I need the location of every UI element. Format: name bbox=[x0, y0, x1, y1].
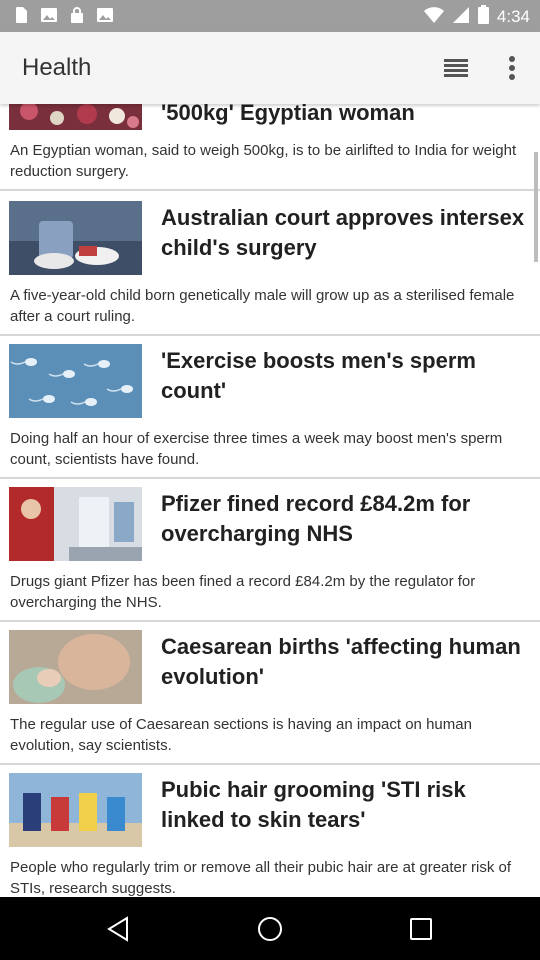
status-bar: 4:34 bbox=[0, 0, 540, 32]
image-icon bbox=[40, 6, 58, 24]
battery-icon bbox=[477, 5, 489, 29]
navigation-bar bbox=[0, 897, 540, 960]
article-summary: Doing half an hour of exercise three tim… bbox=[10, 430, 503, 468]
status-time: 4:34 bbox=[496, 7, 530, 26]
article-item[interactable]: Caesarean births 'affecting human evolut… bbox=[0, 622, 540, 765]
article-summary: An Egyptian woman, said to weigh 500kg, … bbox=[10, 142, 517, 180]
article-item[interactable]: '500kg' Egyptian woman An Egyptian woman… bbox=[0, 104, 540, 191]
article-title[interactable]: '500kg' Egyptian woman bbox=[161, 104, 531, 128]
article-thumbnail bbox=[9, 630, 142, 704]
article-list[interactable]: '500kg' Egyptian woman An Egyptian woman… bbox=[0, 104, 540, 897]
app-bar: Health bbox=[0, 32, 540, 104]
home-icon bbox=[258, 917, 282, 941]
article-item[interactable]: Pubic hair grooming 'STI risk linked to … bbox=[0, 765, 540, 897]
article-item[interactable]: Pfizer fined record £84.2m for overcharg… bbox=[0, 479, 540, 622]
article-thumbnail bbox=[9, 104, 142, 130]
article-title[interactable]: Pfizer fined record £84.2m for overcharg… bbox=[161, 489, 531, 549]
article-item[interactable]: 'Exercise boosts men's sperm count' Doin… bbox=[0, 336, 540, 479]
system-icons: 4:34 bbox=[423, 5, 530, 29]
article-summary: Drugs giant Pfizer has been fined a reco… bbox=[10, 573, 476, 611]
article-thumbnail bbox=[9, 773, 142, 847]
page-title: Health bbox=[22, 54, 92, 81]
article-item[interactable]: Australian court approves intersex child… bbox=[0, 193, 540, 336]
back-button[interactable] bbox=[100, 911, 136, 947]
signal-icon bbox=[452, 6, 470, 29]
recents-icon bbox=[410, 918, 432, 940]
notification-icons bbox=[12, 6, 114, 24]
article-summary: The regular use of Caesarean sections is… bbox=[10, 716, 472, 754]
article-thumbnail bbox=[9, 201, 142, 275]
list-menu-button[interactable] bbox=[440, 54, 472, 82]
image-icon bbox=[96, 6, 114, 24]
scrollbar[interactable] bbox=[534, 152, 538, 262]
home-button[interactable] bbox=[252, 911, 288, 947]
list-menu-icon bbox=[444, 59, 468, 77]
article-thumbnail bbox=[9, 344, 142, 418]
article-title[interactable]: Caesarean births 'affecting human evolut… bbox=[161, 632, 531, 692]
sim-card-icon bbox=[12, 6, 30, 24]
more-options-button[interactable] bbox=[498, 52, 526, 84]
more-vert-icon bbox=[509, 56, 515, 80]
article-summary: People who regularly trim or remove all … bbox=[10, 859, 512, 897]
article-title[interactable]: Australian court approves intersex child… bbox=[161, 203, 531, 263]
back-icon bbox=[107, 916, 128, 942]
wifi-icon bbox=[423, 6, 444, 29]
recents-button[interactable] bbox=[403, 911, 439, 947]
lock-icon bbox=[68, 6, 86, 24]
article-title[interactable]: Pubic hair grooming 'STI risk linked to … bbox=[161, 775, 531, 835]
article-thumbnail bbox=[9, 487, 142, 561]
article-summary: A five-year-old child born genetically m… bbox=[10, 287, 515, 325]
article-title[interactable]: 'Exercise boosts men's sperm count' bbox=[161, 346, 531, 406]
